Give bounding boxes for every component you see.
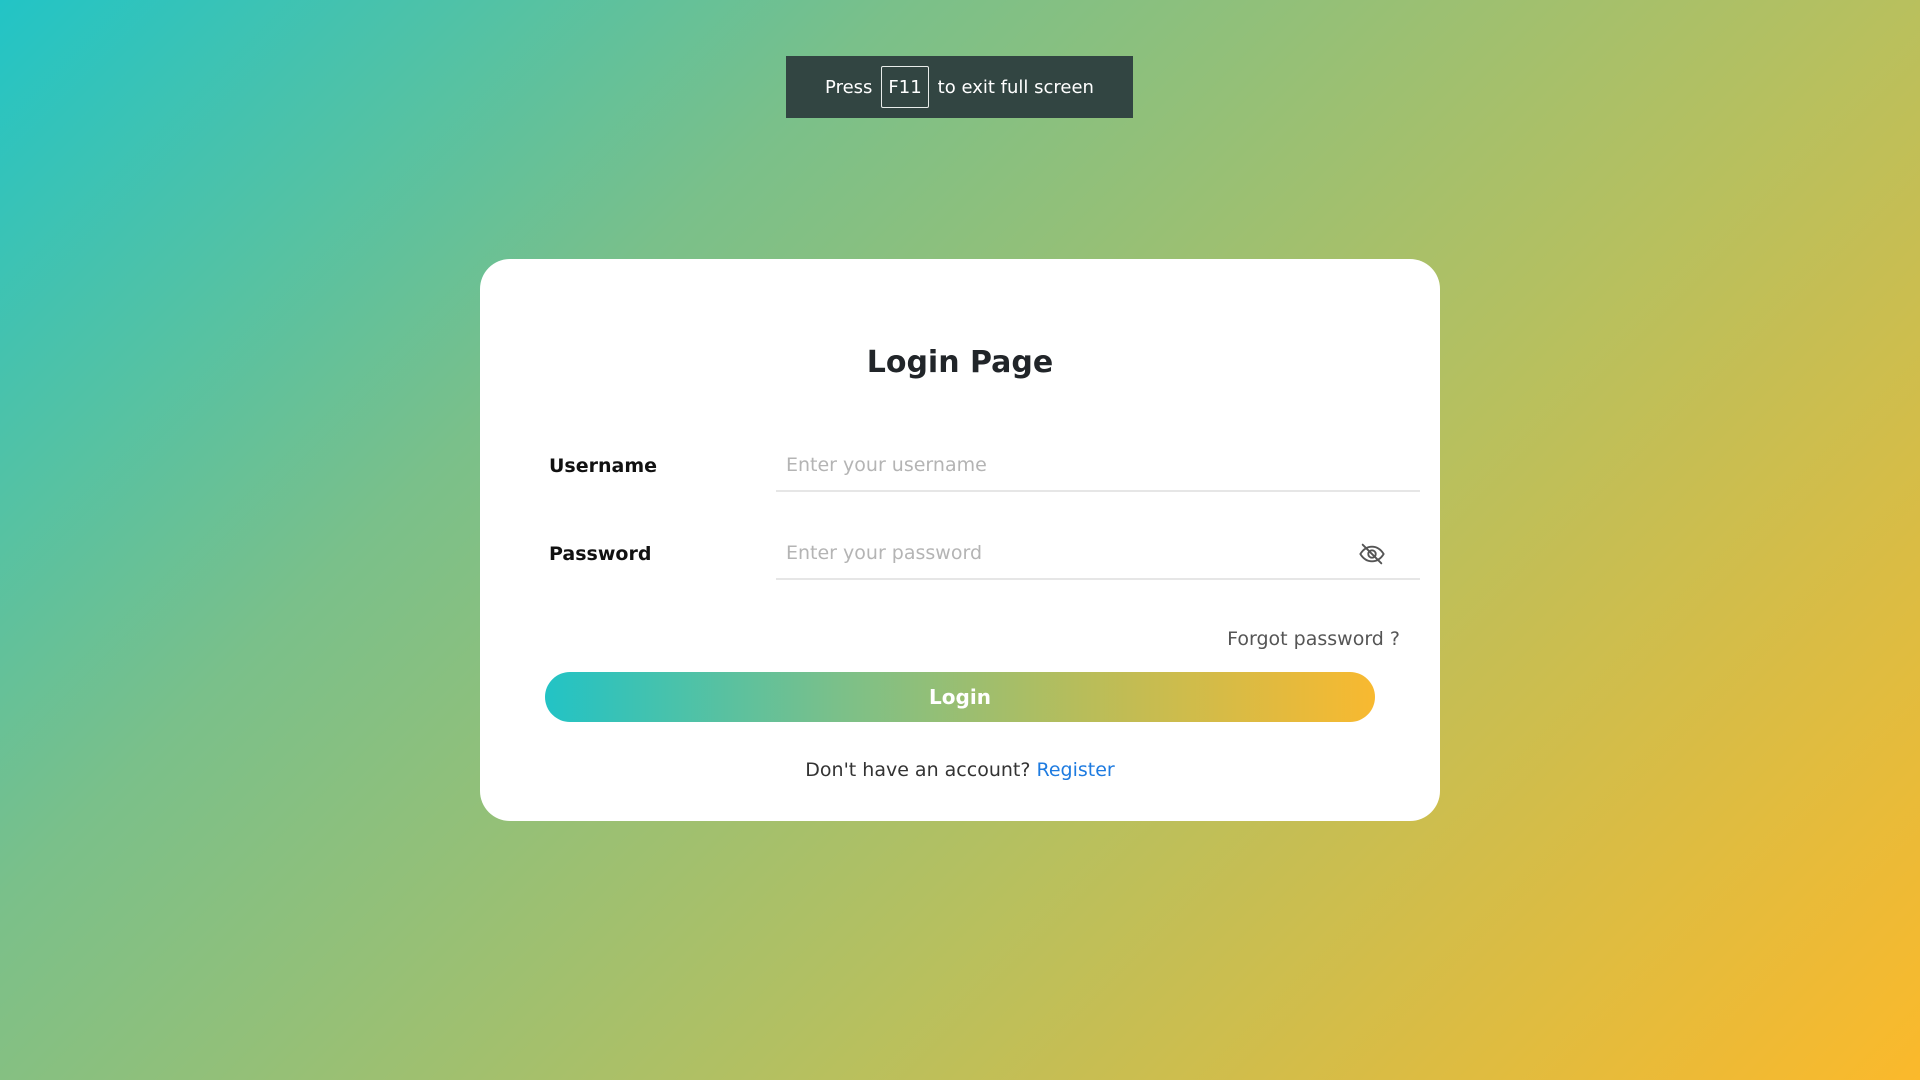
banner-press-text: Press bbox=[825, 76, 873, 98]
username-label: Username bbox=[549, 455, 658, 477]
password-field-container bbox=[776, 530, 1420, 580]
username-field-container bbox=[776, 442, 1420, 492]
forgot-password-link[interactable]: Forgot password ? bbox=[1227, 628, 1400, 650]
register-prompt-line: Don't have an account? Register bbox=[480, 759, 1440, 781]
page-title: Login Page bbox=[866, 345, 1054, 380]
fullscreen-exit-banner: Press F11 to exit full screen bbox=[786, 56, 1133, 118]
password-label: Password bbox=[549, 543, 652, 565]
register-link[interactable]: Register bbox=[1036, 759, 1114, 781]
f11-key-badge: F11 bbox=[881, 66, 929, 108]
eye-slash-icon[interactable] bbox=[1358, 540, 1386, 568]
password-input[interactable] bbox=[776, 530, 1376, 576]
login-card: Login Page Username Password Forgot pass… bbox=[480, 259, 1440, 821]
login-button[interactable]: Login bbox=[545, 672, 1375, 722]
banner-message-text: to exit full screen bbox=[937, 76, 1094, 98]
username-input[interactable] bbox=[776, 442, 1376, 488]
register-prompt-text: Don't have an account? bbox=[805, 759, 1031, 781]
